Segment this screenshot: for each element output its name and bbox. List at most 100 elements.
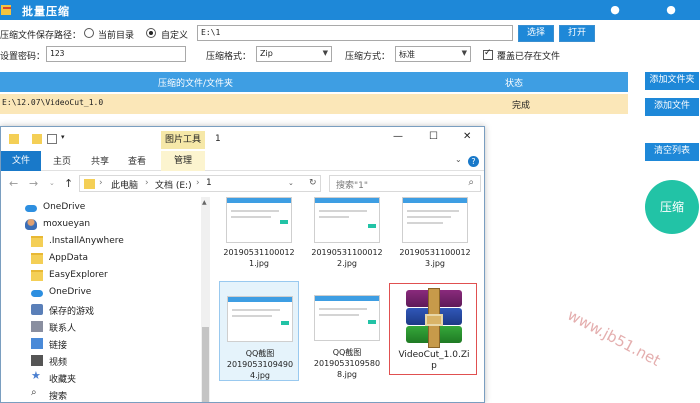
file-name-line3: 8.jpg [336,370,357,379]
method-label: 压缩方式： [345,52,391,62]
search-icon: ⌕ [468,177,474,188]
radio-custom-label: 自定义 [161,31,189,41]
file-item[interactable]: QQ截图 2019053109580 8.jpg [307,281,387,381]
picture-tools-label: 图片工具 [161,131,205,149]
nav-label: EasyExplorer [49,270,108,280]
file-name-line1: 20190531100012 [223,248,295,257]
clear-list-button[interactable]: 清空列表 [645,143,699,161]
password-input[interactable]: 123 [46,46,186,62]
refresh-icon[interactable]: ↻ [309,178,317,188]
nav-label: 视频 [49,358,68,368]
file-item[interactable]: 20190531100012 1.jpg [219,189,299,289]
address-dropdown-icon[interactable]: ⌄ [288,179,294,187]
winrar-archive-icon [406,288,462,348]
column-header-file: 压缩的文件/文件夹 [158,79,234,89]
compress-button[interactable]: 压缩 [645,180,699,234]
star-icon: ★ [31,369,41,382]
image-thumbnail [226,197,292,243]
close-icon[interactable]: ✕ [463,131,471,142]
tab-view[interactable]: 查看 [128,154,146,167]
folder-icon [31,253,43,264]
customize-chevron-icon[interactable]: ▾ [61,133,71,143]
file-item[interactable]: 20190531100012 3.jpg [395,189,475,289]
image-thumbnail [402,197,468,243]
file-item-selected[interactable]: QQ截图 2019053109490 4.jpg [219,281,299,381]
table-header: 压缩的文件/文件夹 状态 [0,72,628,92]
method-select[interactable]: 标准 ▼ [395,46,471,62]
add-folder-button[interactable]: 添加文件夹 [645,72,699,90]
tab-share[interactable]: 共享 [91,154,109,167]
nav-label: 搜索 [49,392,68,402]
radio-custom[interactable] [146,28,156,38]
file-name-line3: 4.jpg [249,371,270,380]
file-name-line2: 2.jpg [336,259,357,268]
save-path-input[interactable]: E:\1 [197,25,513,41]
scroll-up-icon[interactable]: ▲ [202,199,207,206]
breadcrumb-drive[interactable]: 文档 (E:) [155,178,192,191]
up-arrow-icon[interactable]: ↑ [64,177,73,190]
nav-label: 联系人 [49,324,77,334]
breadcrumb-this-pc[interactable]: 此电脑 [111,178,138,191]
table-row[interactable]: E:\12.07\VideoCut_1.0 完成 [0,94,628,114]
ribbon-tabs: 文件 主页 共享 查看 管理 ⌄ ? [1,151,484,171]
scroll-thumb[interactable] [202,327,209,402]
file-name-line1: QQ截图 [332,348,362,357]
file-name-line2: 1.jpg [248,259,269,268]
forward-arrow-icon[interactable]: → [29,177,38,190]
chevron-down-icon: ▼ [322,49,328,57]
nav-label: .InstallAnywhere [49,236,124,246]
file-list: 20190531100012 1.jpg 20190531100012 2.jp… [211,197,484,402]
breadcrumb-folder[interactable]: 1 [206,178,212,188]
overwrite-checkbox[interactable] [483,48,493,60]
new-folder-icon[interactable] [32,134,42,144]
properties-icon[interactable] [47,134,57,144]
navpane-scrollbar[interactable]: ▲ [201,197,210,402]
search-icon: ⌕ [31,387,37,398]
column-header-status: 状态 [505,79,524,89]
minimize-button[interactable]: ● [602,0,628,20]
back-arrow-icon[interactable]: ← [9,177,18,190]
breadcrumb-sep-icon: › [145,178,149,188]
nav-label: 收藏夹 [49,375,77,385]
expand-ribbon-icon[interactable]: ⌄ [455,155,462,164]
explorer-titlebar: ▾ 图片工具 1 — ☐ ✕ [1,127,484,151]
tab-home[interactable]: 主页 [53,154,71,167]
select-button[interactable]: 选择 [518,25,554,42]
chevron-down-icon: ▼ [461,49,467,57]
links-icon [31,338,43,349]
file-name-line2: 2019053109490 [226,360,294,369]
nav-label: OneDrive [49,287,92,297]
add-file-button[interactable]: 添加文件 [645,98,699,116]
method-value: 标准 [399,50,415,59]
user-icon [25,219,37,230]
app-icon [1,5,11,15]
app-title: 批量压缩 [22,5,70,18]
image-thumbnail [314,295,380,341]
nav-label: AppData [49,253,89,263]
format-select[interactable]: Zip ▼ [256,46,332,62]
recent-chevron-icon[interactable]: ⌄ [49,179,55,187]
tab-file[interactable]: 文件 [1,151,41,171]
open-button[interactable]: 打开 [559,25,595,42]
file-name-line1: 20190531100012 [399,248,471,257]
help-icon[interactable]: ? [468,156,479,167]
navigation-pane: OneDrive moxueyan .InstallAnywhere AppDa… [1,197,201,402]
folder-icon [9,134,19,144]
file-item[interactable]: 20190531100012 2.jpg [307,189,387,289]
onedrive-icon [25,205,37,212]
file-item-zip[interactable]: VideoCut_1.0.Zi p [389,283,477,375]
overwrite-label: 覆盖已存在文件 [497,52,561,62]
file-name-line1: 20190531100012 [311,248,383,257]
minimize-icon[interactable]: — [393,131,403,142]
row-file: E:\12.07\VideoCut_1.0 [2,98,104,107]
folder-icon [31,270,43,281]
breadcrumb-sep-icon: › [196,178,200,188]
nav-label: OneDrive [43,202,86,212]
radio-current-dir[interactable] [84,28,94,38]
tab-manage[interactable]: 管理 [161,151,205,171]
maximize-icon[interactable]: ☐ [429,131,438,142]
save-path-label: 压缩文件保存路径： [0,31,82,41]
file-name-line2: 3.jpg [424,259,445,268]
explorer-title: 1 [215,134,221,144]
close-button[interactable]: ● [658,0,684,20]
